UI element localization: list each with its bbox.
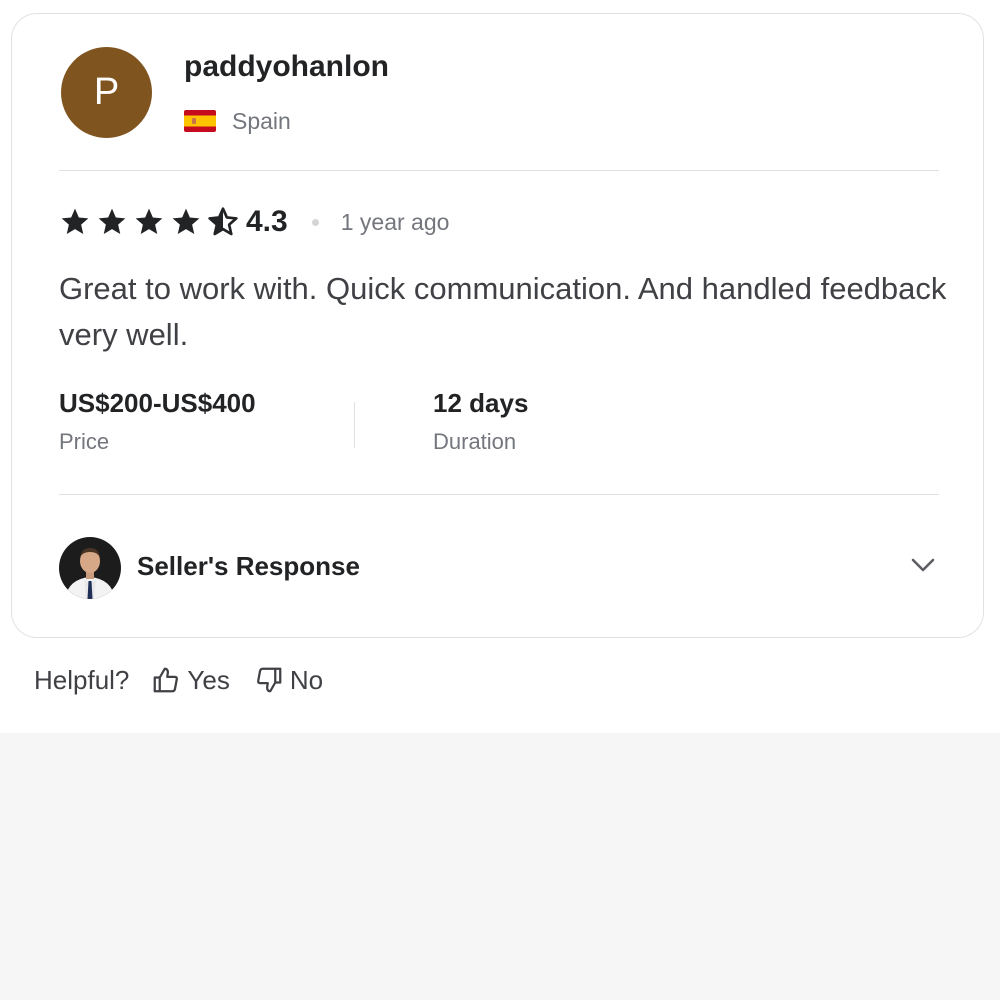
country-name: Spain xyxy=(232,107,291,134)
header-divider xyxy=(59,170,939,171)
rating-value: 4.3 xyxy=(246,205,288,238)
reviewer-username[interactable]: paddyohanlon xyxy=(184,50,389,84)
price-label: Price xyxy=(59,429,110,454)
meta-divider xyxy=(354,402,355,448)
helpful-no-label: No xyxy=(289,664,324,695)
star-half-icon xyxy=(208,207,238,236)
helpful-row: Helpful? Yes No xyxy=(34,661,347,699)
helpful-yes-label: Yes xyxy=(187,664,230,695)
rating-row: 4.3 1 year ago xyxy=(59,202,449,242)
separator-dot xyxy=(311,218,319,226)
reviewer-avatar[interactable]: P xyxy=(61,47,152,138)
seller-response-title: Seller's Response xyxy=(137,551,360,581)
price-block: US$200-US$400 Price xyxy=(59,388,256,455)
response-divider xyxy=(59,494,939,495)
review-section: P paddyohanlon Spain 4.3 1 year ago Grea… xyxy=(0,0,1000,733)
avatar-initial: P xyxy=(93,71,120,113)
helpful-yes-button[interactable]: Yes xyxy=(151,664,230,696)
star-rating xyxy=(59,206,244,238)
seller-avatar xyxy=(59,537,121,599)
star-full-icon xyxy=(61,208,89,234)
review-card: P paddyohanlon Spain 4.3 1 year ago Grea… xyxy=(11,13,984,638)
helpful-label: Helpful? xyxy=(34,664,130,695)
duration-label: Duration xyxy=(433,429,517,454)
seller-response-toggle[interactable]: Seller's Response xyxy=(59,537,939,599)
spain-flag-icon xyxy=(184,110,216,132)
star-full-icon xyxy=(98,208,126,234)
price-value: US$200-US$400 xyxy=(59,388,256,418)
star-full-icon xyxy=(135,208,163,234)
duration-block: 12 days Duration xyxy=(433,388,528,455)
review-text: Great to work with. Quick communication.… xyxy=(59,271,947,352)
chevron-down-icon[interactable] xyxy=(907,549,939,581)
thumbs-up-icon xyxy=(154,667,179,693)
helpful-no-button[interactable]: No xyxy=(254,665,323,696)
star-full-icon xyxy=(172,208,200,234)
reviewer-country: Spain xyxy=(184,107,291,135)
duration-value: 12 days xyxy=(433,388,529,418)
review-time: 1 year ago xyxy=(340,208,450,235)
thumbs-down-icon xyxy=(256,667,282,693)
